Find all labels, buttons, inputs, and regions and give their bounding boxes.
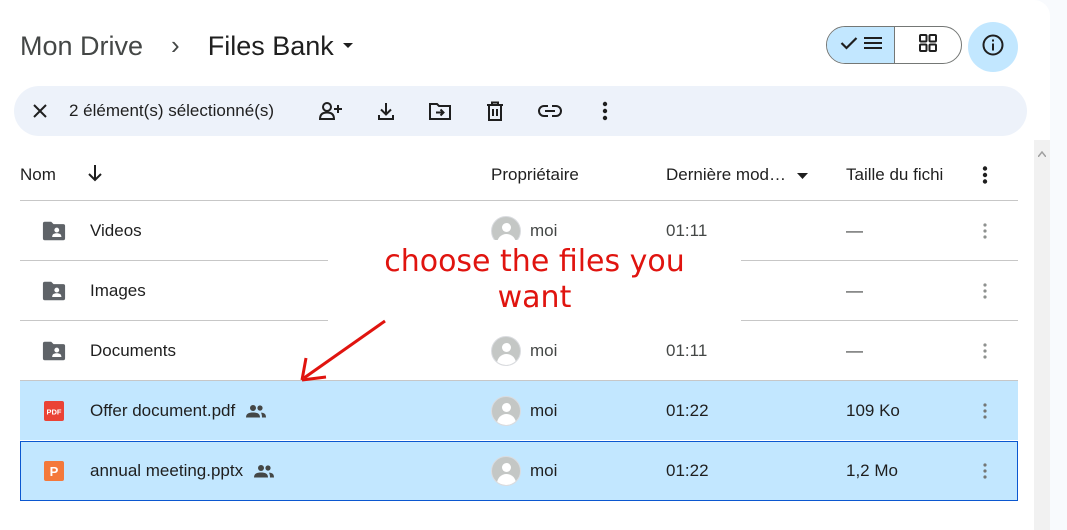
annotation-callout: choose the files you want bbox=[328, 240, 741, 322]
checkmark-icon bbox=[840, 36, 858, 55]
more-vert-icon[interactable] bbox=[593, 99, 617, 123]
list-view-button[interactable] bbox=[827, 27, 895, 63]
file-name-text: Documents bbox=[90, 341, 176, 360]
column-modified-label: Dernière mod… bbox=[666, 165, 786, 184]
list-icon bbox=[863, 36, 882, 55]
owner-label: moi bbox=[530, 341, 558, 360]
row-more-icon[interactable] bbox=[976, 339, 994, 363]
file-name-text: Offer document.pdf bbox=[90, 401, 236, 420]
shared-folder-icon bbox=[42, 339, 66, 363]
file-row-annual-meeting[interactable]: P annual meeting.pptx moi 01:22 1,2 Mo bbox=[20, 441, 1018, 501]
shared-people-icon bbox=[253, 464, 275, 478]
trash-icon[interactable] bbox=[483, 99, 507, 123]
file-row-offer-document[interactable]: PDF Offer document.pdf moi 01:22 109 Ko bbox=[20, 381, 1018, 441]
breadcrumb-current-folder[interactable]: Files Bank bbox=[208, 31, 354, 62]
pptx-icon-text: P bbox=[50, 464, 59, 479]
owner-label: moi bbox=[530, 461, 558, 480]
file-size: 109 Ko bbox=[846, 401, 900, 420]
owner-label: moi bbox=[530, 401, 558, 420]
annotation-line-2: want bbox=[497, 280, 572, 315]
file-name-text: annual meeting.pptx bbox=[90, 461, 244, 480]
column-header-owner[interactable]: Propriétaire bbox=[491, 165, 579, 185]
selection-count: 2 élément(s) sélectionné(s) bbox=[69, 101, 275, 120]
pptx-file-icon: P bbox=[42, 459, 66, 483]
modified-time: 01:11 bbox=[666, 221, 708, 240]
drive-panel: Mon Drive › Files Bank 2 élément(s) séle… bbox=[0, 0, 1050, 530]
column-options-icon[interactable] bbox=[982, 166, 988, 189]
close-icon[interactable] bbox=[28, 99, 52, 123]
breadcrumb: Mon Drive › Files Bank bbox=[20, 26, 354, 66]
shared-folder-icon bbox=[42, 279, 66, 303]
pdf-file-icon: PDF bbox=[42, 399, 66, 423]
caret-down-icon bbox=[342, 42, 354, 50]
file-name: Images bbox=[90, 281, 146, 301]
file-row-documents[interactable]: Documents moi 01:11 — bbox=[20, 321, 1018, 381]
link-icon[interactable] bbox=[538, 99, 562, 123]
current-folder-label: Files Bank bbox=[207, 30, 334, 61]
avatar bbox=[491, 396, 521, 426]
owner-cell: moi bbox=[491, 336, 557, 366]
column-header-name[interactable]: Nom bbox=[20, 165, 56, 185]
file-size: — bbox=[846, 341, 863, 360]
row-more-icon[interactable] bbox=[976, 459, 994, 483]
avatar bbox=[491, 336, 521, 366]
info-icon bbox=[982, 34, 1004, 61]
grid-view-button[interactable] bbox=[895, 27, 961, 63]
breadcrumb-root[interactable]: Mon Drive bbox=[20, 31, 143, 62]
pdf-icon-text: PDF bbox=[47, 408, 62, 417]
breadcrumb-separator: › bbox=[171, 29, 180, 60]
modified-time: 01:11 bbox=[666, 341, 708, 360]
caret-down-icon bbox=[796, 165, 808, 184]
shared-people-icon bbox=[245, 404, 267, 418]
file-size: — bbox=[846, 221, 863, 240]
owner-label: moi bbox=[530, 221, 558, 240]
file-size: — bbox=[846, 281, 863, 300]
selection-toolbar: 2 élément(s) sélectionné(s) bbox=[14, 86, 1027, 136]
owner-cell: moi bbox=[491, 456, 557, 486]
grid-icon bbox=[919, 33, 937, 57]
file-name: Offer document.pdf bbox=[90, 401, 267, 421]
file-name: annual meeting.pptx bbox=[90, 461, 275, 481]
owner-cell: moi bbox=[491, 396, 557, 426]
file-size: 1,2 Mo bbox=[846, 461, 898, 480]
column-header-modified[interactable]: Dernière mod… bbox=[666, 165, 808, 185]
file-name-text: Images bbox=[90, 281, 146, 300]
scroll-up-icon[interactable] bbox=[1037, 144, 1047, 162]
modified-time: 01:22 bbox=[666, 461, 709, 480]
view-toggle bbox=[826, 26, 962, 64]
annotation-arrow bbox=[300, 319, 386, 382]
modified-time: 01:22 bbox=[666, 401, 709, 420]
sort-arrow-down-icon[interactable] bbox=[87, 164, 103, 187]
annotation-line-1: choose the files you bbox=[384, 244, 685, 279]
column-header-size[interactable]: Taille du fichi bbox=[846, 165, 943, 185]
download-icon[interactable] bbox=[374, 99, 398, 123]
row-more-icon[interactable] bbox=[976, 399, 994, 423]
file-name-text: Videos bbox=[90, 221, 142, 240]
move-to-folder-icon[interactable] bbox=[428, 99, 452, 123]
row-more-icon[interactable] bbox=[976, 279, 994, 303]
file-name: Videos bbox=[90, 221, 142, 241]
file-name: Documents bbox=[90, 341, 176, 361]
row-more-icon[interactable] bbox=[976, 219, 994, 243]
scrollbar[interactable] bbox=[1034, 140, 1050, 530]
avatar bbox=[491, 456, 521, 486]
details-button[interactable] bbox=[968, 22, 1018, 72]
share-person-add-icon[interactable] bbox=[319, 99, 343, 123]
shared-folder-icon bbox=[42, 219, 66, 243]
